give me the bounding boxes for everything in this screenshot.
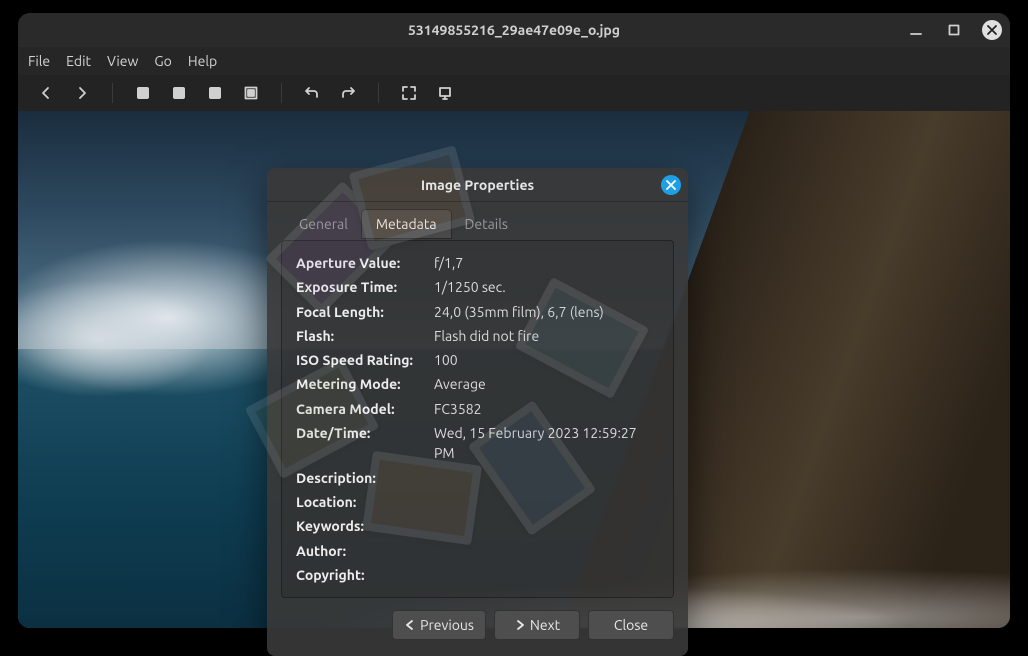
close-icon — [984, 22, 1000, 38]
metadata-label: Copyright: — [296, 565, 414, 585]
zoom-original-button[interactable] — [201, 79, 229, 107]
metadata-value: 24,0 (35mm film), 6,7 (lens) — [434, 302, 604, 322]
metadata-label: ISO Speed Rating: — [296, 350, 414, 370]
metadata-row: ISO Speed Rating: 100 — [296, 348, 659, 372]
chevron-right-icon — [514, 619, 526, 631]
image-properties-dialog: Image Properties General Metadata Detail… — [267, 168, 688, 656]
rotate-right-button[interactable] — [334, 79, 362, 107]
dialog-titlebar: Image Properties — [267, 168, 688, 202]
minimize-icon — [908, 22, 924, 38]
zoom-in-button[interactable] — [165, 79, 193, 107]
minimize-button[interactable] — [906, 20, 926, 40]
chevron-right-icon — [74, 85, 90, 101]
metadata-row: Metering Mode: Average — [296, 372, 659, 396]
metadata-value: FC3582 — [434, 399, 482, 419]
metadata-row: Author: — [296, 539, 659, 563]
zoom-original-icon — [207, 85, 223, 101]
metadata-label: Date/Time: — [296, 423, 414, 464]
chevron-left-icon — [38, 85, 54, 101]
close-icon — [666, 180, 676, 190]
metadata-label: Flash: — [296, 326, 414, 346]
zoom-fit-button[interactable] — [237, 79, 265, 107]
dialog-title: Image Properties — [421, 177, 534, 193]
metadata-row: Exposure Time: 1/1250 sec. — [296, 275, 659, 299]
zoom-in-icon — [171, 85, 187, 101]
close-button[interactable]: Close — [588, 610, 674, 640]
separator — [378, 83, 379, 103]
rotate-right-icon — [340, 85, 356, 101]
metadata-value: Wed, 15 February 2023 12:59:27 PM — [434, 423, 659, 464]
metadata-label: Author: — [296, 541, 414, 561]
toolbar — [18, 75, 1010, 111]
metadata-label: Description: — [296, 468, 414, 488]
next-label: Next — [530, 617, 560, 633]
slideshow-button[interactable] — [431, 79, 459, 107]
chevron-left-icon — [404, 619, 416, 631]
menu-file[interactable]: File — [28, 53, 50, 69]
menu-bar: File Edit View Go Help — [18, 47, 1010, 75]
next-image-button[interactable] — [68, 79, 96, 107]
metadata-label: Aperture Value: — [296, 253, 414, 273]
metadata-row: Aperture Value: f/1,7 — [296, 251, 659, 275]
dialog-close-button[interactable] — [661, 175, 681, 195]
separator — [112, 83, 113, 103]
tab-general[interactable]: General — [285, 210, 362, 238]
menu-go[interactable]: Go — [154, 53, 171, 69]
rotate-left-button[interactable] — [298, 79, 326, 107]
tab-metadata[interactable]: Metadata — [362, 210, 451, 238]
metadata-value: 100 — [434, 350, 458, 370]
metadata-value: f/1,7 — [434, 253, 463, 273]
zoom-out-button[interactable] — [129, 79, 157, 107]
metadata-value: Average — [434, 374, 486, 394]
metadata-label: Location: — [296, 492, 414, 512]
fullscreen-icon — [401, 85, 417, 101]
slideshow-icon — [437, 85, 453, 101]
separator — [281, 83, 282, 103]
menu-edit[interactable]: Edit — [66, 53, 91, 69]
metadata-row: Flash: Flash did not fire — [296, 324, 659, 348]
window-title: 53149855216_29ae47e09e_o.jpg — [408, 22, 620, 38]
metadata-row: Copyright: — [296, 563, 659, 587]
fullscreen-button[interactable] — [395, 79, 423, 107]
window-controls — [906, 13, 1002, 47]
metadata-row: Camera Model: FC3582 — [296, 397, 659, 421]
metadata-row: Description: — [296, 466, 659, 490]
menu-help[interactable]: Help — [188, 53, 217, 69]
window-titlebar: 53149855216_29ae47e09e_o.jpg — [18, 13, 1010, 47]
close-window-button[interactable] — [982, 20, 1002, 40]
metadata-panel: Aperture Value: f/1,7 Exposure Time: 1/1250… — [281, 240, 674, 598]
metadata-row: Focal Length: 24,0 (35mm film), 6,7 (lens… — [296, 300, 659, 324]
previous-label: Previous — [420, 617, 474, 633]
dialog-tabs: General Metadata Details — [267, 202, 688, 238]
menu-view[interactable]: View — [107, 53, 138, 69]
previous-image-button[interactable] — [32, 79, 60, 107]
metadata-label: Focal Length: — [296, 302, 414, 322]
zoom-fit-icon — [243, 85, 259, 101]
tab-details[interactable]: Details — [451, 210, 522, 238]
metadata-row: Date/Time: Wed, 15 February 2023 12:59:27… — [296, 421, 659, 466]
rotate-left-icon — [304, 85, 320, 101]
zoom-out-icon — [135, 85, 151, 101]
maximize-button[interactable] — [944, 20, 964, 40]
metadata-row: Location: — [296, 490, 659, 514]
metadata-label: Exposure Time: — [296, 277, 414, 297]
dialog-footer: Previous Next Close — [267, 610, 688, 656]
metadata-row: Keywords: — [296, 514, 659, 538]
metadata-label: Metering Mode: — [296, 374, 414, 394]
close-label: Close — [614, 617, 648, 633]
maximize-icon — [946, 22, 962, 38]
next-button[interactable]: Next — [494, 610, 580, 640]
previous-button[interactable]: Previous — [392, 610, 486, 640]
metadata-label: Camera Model: — [296, 399, 414, 419]
metadata-value: Flash did not fire — [434, 326, 539, 346]
metadata-value: 1/1250 sec. — [434, 277, 506, 297]
metadata-label: Keywords: — [296, 516, 414, 536]
